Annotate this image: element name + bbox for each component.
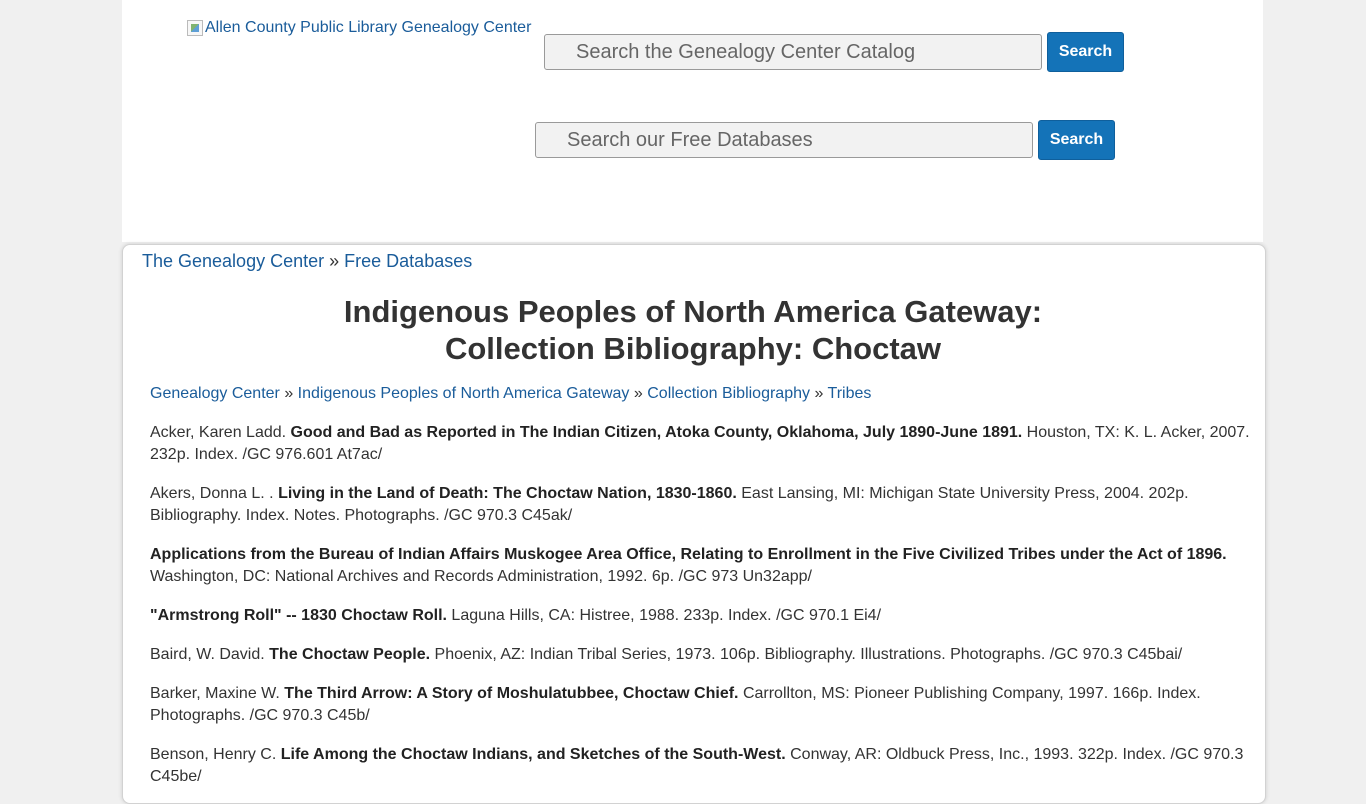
catalog-search-input[interactable] <box>544 34 1042 70</box>
entry-title: Life Among the Choctaw Indians, and Sket… <box>280 746 786 763</box>
catalog-search-button[interactable]: Search <box>1047 32 1124 72</box>
entry-author: Akers, Donna L. . <box>150 485 279 502</box>
sub-breadcrumb-collection-bibliography[interactable]: Collection Bibliography <box>647 385 810 402</box>
entry-details: Washington, DC: National Archives and Re… <box>150 568 812 585</box>
breadcrumb-free-databases[interactable]: Free Databases <box>344 251 472 271</box>
page-title: Indigenous Peoples of North America Gate… <box>123 293 1263 367</box>
bibliography-entry: Acker, Karen Ladd. Good and Bad as Repor… <box>150 422 1252 466</box>
sub-breadcrumb-separator: » <box>284 385 294 402</box>
page-title-line-1: Indigenous Peoples of North America Gate… <box>343 294 1043 329</box>
breadcrumb-genealogy-center[interactable]: The Genealogy Center <box>142 251 324 271</box>
entry-author: Acker, Karen Ladd. <box>150 424 291 441</box>
entry-title: Applications from the Bureau of Indian A… <box>150 546 1227 563</box>
entry-author: Barker, Maxine W. <box>150 685 285 702</box>
bibliography-entry: Applications from the Bureau of Indian A… <box>150 544 1252 588</box>
catalog-search-form: Search <box>544 32 1124 72</box>
sub-breadcrumb-tribes[interactable]: Tribes <box>828 385 872 402</box>
entry-details: Phoenix, AZ: Indian Tribal Series, 1973.… <box>430 646 1183 663</box>
bibliography-entry: Benson, Henry C. Life Among the Choctaw … <box>150 744 1252 788</box>
main-content: The Genealogy Center » Free Databases In… <box>122 244 1266 804</box>
bibliography-entry: Barker, Maxine W. The Third Arrow: A Sto… <box>150 683 1252 727</box>
sub-breadcrumb: Genealogy Center » Indigenous Peoples of… <box>150 385 871 403</box>
bibliography-entry: Akers, Donna L. . Living in the Land of … <box>150 483 1252 527</box>
bibliography-entry: "Armstrong Roll" -- 1830 Choctaw Roll. L… <box>150 605 1252 627</box>
sub-breadcrumb-genealogy-center[interactable]: Genealogy Center <box>150 385 280 402</box>
bibliography-list: Acker, Karen Ladd. Good and Bad as Repor… <box>150 422 1252 803</box>
entry-author: Benson, Henry C. <box>150 746 281 763</box>
broken-image-icon <box>187 20 203 36</box>
bibliography-entry: Baird, W. David. The Choctaw People. Pho… <box>150 644 1252 666</box>
entry-title: The Choctaw People. <box>269 646 431 663</box>
database-search-form: Search <box>535 120 1115 160</box>
database-search-button[interactable]: Search <box>1038 120 1115 160</box>
entry-details: Laguna Hills, CA: Histree, 1988. 233p. I… <box>446 607 882 624</box>
page-title-line-2: Collection Bibliography: Choctaw <box>444 331 941 366</box>
sub-breadcrumb-separator: » <box>633 385 643 402</box>
entry-title: The Third Arrow: A Story of Moshulatubbe… <box>284 685 739 702</box>
breadcrumb-separator: » <box>329 251 340 271</box>
sub-breadcrumb-separator: » <box>814 385 824 402</box>
entry-title: "Armstrong Roll" -- 1830 Choctaw Roll. <box>150 607 447 624</box>
sub-breadcrumb-gateway[interactable]: Indigenous Peoples of North America Gate… <box>298 385 630 402</box>
database-search-input[interactable] <box>535 122 1033 158</box>
site-header: Allen County Public Library Genealogy Ce… <box>122 0 1263 242</box>
entry-title: Good and Bad as Reported in The Indian C… <box>290 424 1023 441</box>
breadcrumb: The Genealogy Center » Free Databases <box>142 251 472 272</box>
logo-alt-text: Allen County Public Library Genealogy Ce… <box>205 19 532 36</box>
entry-title: Living in the Land of Death: The Choctaw… <box>278 485 737 502</box>
entry-author: Baird, W. David. <box>150 646 270 663</box>
library-logo-link[interactable]: Allen County Public Library Genealogy Ce… <box>187 19 531 37</box>
